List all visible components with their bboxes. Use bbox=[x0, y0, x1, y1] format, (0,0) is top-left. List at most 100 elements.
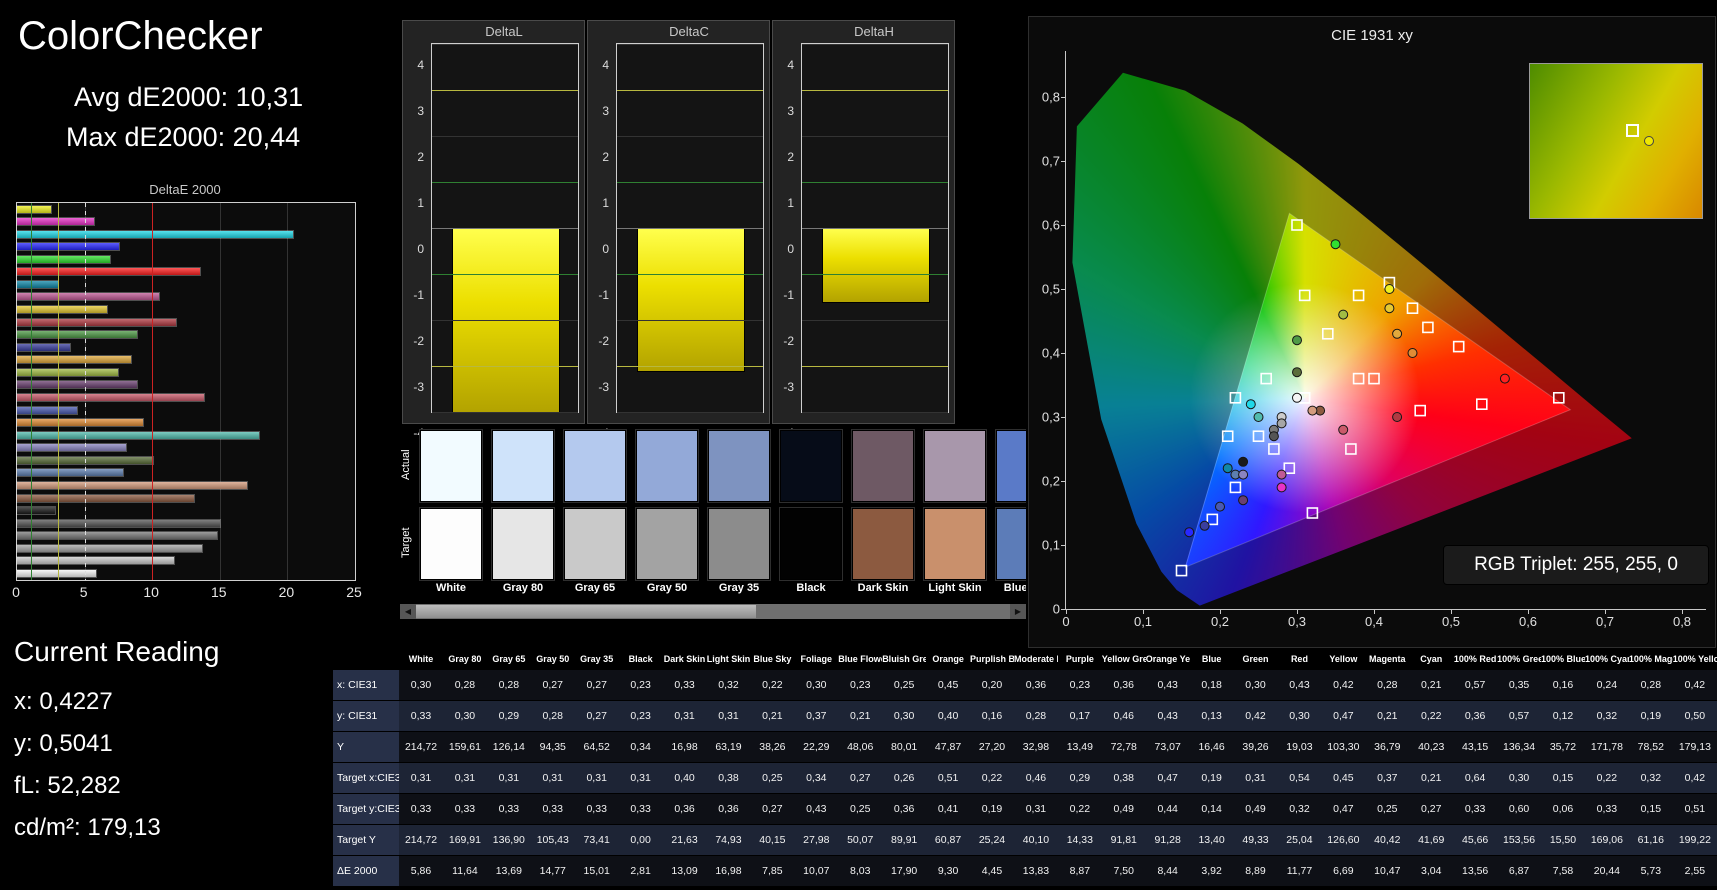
table-cell: 0,20 bbox=[970, 670, 1014, 701]
column-header: White bbox=[399, 648, 443, 670]
axis-tick bbox=[1061, 225, 1066, 226]
column-header: Blue Flower bbox=[838, 648, 883, 670]
swatch-label: Gray 50 bbox=[646, 582, 688, 594]
cie-measured-marker bbox=[1215, 501, 1225, 512]
column-header: 100% Cyan bbox=[1584, 648, 1629, 670]
axis-tick-label: 4 bbox=[602, 58, 609, 72]
table-cell: 91,28 bbox=[1145, 824, 1190, 856]
cie-measured-marker bbox=[1292, 392, 1302, 403]
table-cell: 27,98 bbox=[794, 824, 839, 856]
swatch-scrollbar[interactable]: ◀ ▶ bbox=[400, 604, 1026, 619]
table-cell: 171,78 bbox=[1584, 731, 1629, 763]
table-row: ΔE 2000 5,86 11,64 13,69 14,77 15,01 2,81 13,09… bbox=[333, 855, 1717, 887]
gridline bbox=[617, 366, 763, 367]
table-cell: 0,30 bbox=[882, 700, 927, 732]
deltae-bar bbox=[17, 406, 78, 414]
cie-target-marker bbox=[1345, 443, 1357, 455]
table-cell: 0,29 bbox=[1057, 762, 1102, 794]
table-cell: 0,16 bbox=[970, 700, 1014, 732]
cie-measured-marker bbox=[1384, 284, 1395, 294]
swatch-label: Gray 65 bbox=[574, 582, 616, 594]
table-cell: 0,27 bbox=[838, 762, 883, 794]
table-cell: 0,21 bbox=[1365, 700, 1410, 732]
table-cell: 3,92 bbox=[1189, 855, 1234, 887]
column-header: Yellow bbox=[1321, 648, 1366, 670]
scrollbar-thumb[interactable] bbox=[416, 605, 756, 618]
table-cell: 5,86 bbox=[399, 855, 443, 887]
cie-target-marker bbox=[1475, 398, 1488, 411]
table-cell: 0,25 bbox=[882, 670, 927, 701]
cie-title: CIE 1931 xy bbox=[1331, 27, 1413, 44]
reading-cdm2: cd/m²: 179,13 bbox=[14, 814, 161, 841]
table-cell: 0,31 bbox=[1013, 793, 1058, 825]
column-header: 100% Green bbox=[1497, 648, 1542, 670]
table-cell: 0,43 bbox=[1145, 700, 1190, 732]
scroll-left-icon[interactable]: ◀ bbox=[400, 604, 416, 619]
axis-tick bbox=[1061, 417, 1066, 418]
cie-measured-marker bbox=[1253, 412, 1264, 422]
scroll-right-icon[interactable]: ▶ bbox=[1010, 604, 1026, 619]
deltae-bar bbox=[17, 331, 138, 339]
axis-tick-label: -2 bbox=[598, 334, 609, 348]
column-header: Orange Yellow bbox=[1145, 648, 1190, 670]
gridline bbox=[432, 182, 578, 183]
table-cell: 17,90 bbox=[882, 855, 927, 887]
gridline bbox=[802, 320, 948, 321]
table-cell: 35,72 bbox=[1541, 731, 1585, 763]
cie-measured-marker bbox=[1238, 456, 1249, 467]
table-cell: 14,77 bbox=[530, 855, 575, 887]
gridline bbox=[432, 412, 578, 413]
table-cell: 40,10 bbox=[1013, 824, 1058, 856]
gridline bbox=[617, 320, 763, 321]
axis-tick bbox=[1066, 609, 1067, 614]
table-cell: 63,19 bbox=[706, 731, 751, 763]
axis-tick-label: 3 bbox=[602, 104, 609, 118]
table-cell: 73,07 bbox=[1145, 731, 1190, 763]
table-cell: 0,23 bbox=[838, 670, 883, 701]
deltae-bar bbox=[17, 381, 137, 389]
table-cell: 0,36 bbox=[1453, 700, 1498, 732]
table-cell: 0,28 bbox=[486, 670, 531, 701]
table-cell: 0,43 bbox=[1277, 670, 1322, 701]
table-cell: 91,81 bbox=[1101, 824, 1146, 856]
swatch-target bbox=[635, 507, 699, 581]
table-cell: 0,47 bbox=[1145, 762, 1190, 794]
deltae2000-chart: DeltaE 2000 0 5 10 15 20 25 bbox=[12, 182, 392, 612]
table-cell: 60,87 bbox=[926, 824, 971, 856]
table-cell: 0,24 bbox=[1584, 670, 1629, 701]
axis-tick bbox=[1374, 609, 1375, 614]
table-cell: 0,21 bbox=[1409, 762, 1454, 794]
table-cell: 0,28 bbox=[1013, 700, 1058, 732]
axis-tick bbox=[1061, 353, 1066, 354]
table-cell: 103,30 bbox=[1321, 731, 1366, 763]
table-cell: 0,36 bbox=[882, 793, 927, 825]
table-cell: 16,98 bbox=[706, 855, 751, 887]
table-cell: 9,30 bbox=[926, 855, 971, 887]
swatch-target bbox=[995, 507, 1026, 581]
column-header: Dark Skin bbox=[662, 648, 707, 670]
swatch-label: Gray 80 bbox=[502, 582, 544, 594]
table-cell: 0,27 bbox=[1409, 793, 1454, 825]
cie-measured-marker bbox=[1222, 463, 1233, 474]
ref-line-red bbox=[152, 203, 154, 580]
gridline bbox=[432, 320, 578, 321]
table-cell: 0,21 bbox=[750, 700, 795, 732]
table-cell: 0,19 bbox=[1189, 762, 1234, 794]
table-cell: 20,44 bbox=[1584, 855, 1629, 887]
table-cell: 16,98 bbox=[662, 731, 707, 763]
deltaH-chart: DeltaH 43210-1-2-3-4 bbox=[772, 20, 955, 440]
deltaC-plot bbox=[616, 43, 764, 413]
swatch-actual bbox=[923, 429, 987, 503]
axis-tick-label: 25 bbox=[346, 584, 362, 600]
axis-tick-label: 0,5 bbox=[1441, 614, 1461, 629]
table-cell: 0,38 bbox=[1101, 762, 1146, 794]
table-cell: 0,21 bbox=[838, 700, 883, 732]
axis-tick-label: 2 bbox=[787, 150, 794, 164]
table-cell: 19,03 bbox=[1277, 731, 1322, 763]
table-cell: 14,33 bbox=[1057, 824, 1102, 856]
axis-tick-label: -2 bbox=[413, 334, 424, 348]
column-header: Blue bbox=[1189, 648, 1234, 670]
deltae-bar bbox=[17, 519, 220, 527]
cie-1931-panel: CIE 1931 xy 0 0,1 0,2 0,3 0,4 0,5 0,6 0,7 0,8 0 0,… bbox=[1028, 16, 1716, 648]
axis-tick-label: 1 bbox=[787, 196, 794, 210]
